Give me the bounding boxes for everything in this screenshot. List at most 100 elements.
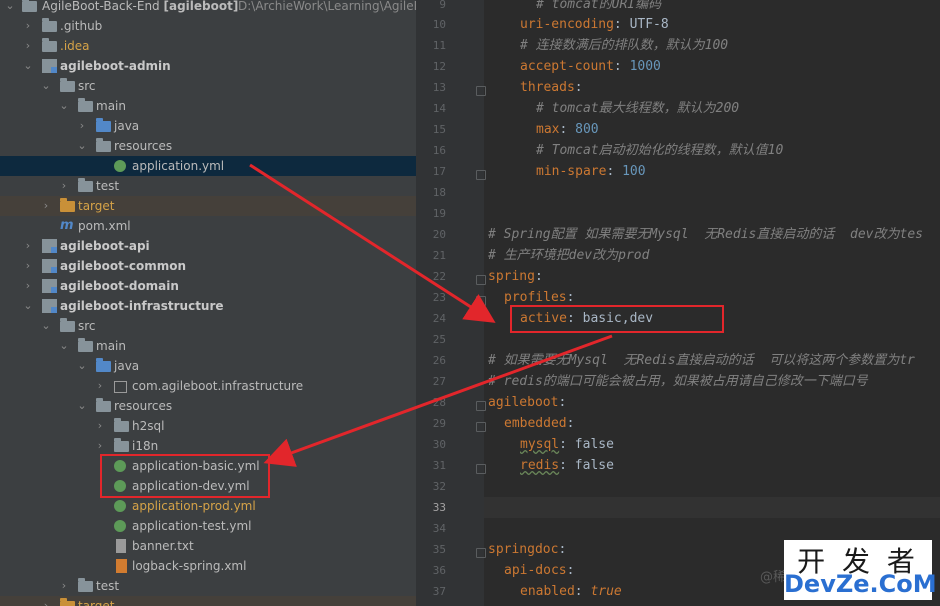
line-number: 36 [432,564,446,577]
folder-icon [78,98,93,112]
chevron-right-icon[interactable]: › [40,196,52,216]
code-line-9[interactable]: # tomcat的URI编码 [536,0,661,15]
tree-item-label: resources [114,399,173,413]
code-line-30[interactable]: mysql: false [520,434,614,455]
code-line-16[interactable]: # Tomcat启动初始化的线程数，默认值10 [536,140,783,161]
chevron-right-icon[interactable]: › [58,576,70,596]
code-line-20[interactable]: # Spring配置 如果需要无Mysql 无Redis直接启动的话 dev改为… [488,224,923,245]
tree-item[interactable]: › agileboot-common [0,256,416,276]
tree-item-label: logback-spring.xml [132,559,247,573]
line-number: 11 [432,39,446,52]
chevron-down-icon[interactable]: ⌄ [76,396,88,416]
tree-item[interactable]: ⌄ main [0,336,416,356]
tree-item-label: application.yml [132,159,225,173]
current-line-highlight [484,497,940,518]
code-line-10[interactable]: uri-encoding: UTF-8 [520,14,669,35]
code-line-27[interactable]: # redis的端口可能会被占用，如果被占用请自己修改一下端口号 [488,371,868,392]
code-line-26[interactable]: # 如果需要无Mysql 无Redis直接启动的话 可以将这两个参数置为tr [488,350,915,371]
chevron-down-icon[interactable]: ⌄ [40,76,52,96]
tree-item[interactable]: ⌄ resources [0,136,416,156]
tree-item[interactable]: ⌄ agileboot-infrastructure [0,296,416,316]
tree-item[interactable]: application-test.yml [0,516,416,536]
panel-divider[interactable] [416,0,426,606]
chevron-right-icon[interactable]: › [22,256,34,276]
chevron-right-icon[interactable]: › [94,416,106,436]
folder-icon [60,318,75,332]
code-editor[interactable]: # tomcat的URI编码 uri-encoding: UTF-8 # 连接数… [484,0,940,606]
chevron-right-icon[interactable]: › [22,36,34,56]
tree-item[interactable]: › .github [0,16,416,36]
chevron-right-icon[interactable]: › [94,436,106,456]
chevron-down-icon[interactable]: ⌄ [4,0,16,16]
chevron-down-icon[interactable]: ⌄ [40,316,52,336]
code-line-11[interactable]: # 连接数满后的排队数，默认为100 [520,35,728,56]
tree-item[interactable]: ⌄ java [0,356,416,376]
tree-item[interactable]: › test [0,176,416,196]
tree-item[interactable]: ⌄ src [0,316,416,336]
line-number: 20 [432,228,446,241]
chevron-right-icon[interactable]: › [22,16,34,36]
line-number: 35 [432,543,446,556]
tree-item[interactable]: › agileboot-domain [0,276,416,296]
tree-item[interactable]: m pom.xml [0,216,416,236]
code-line-36[interactable]: api-docs: [504,560,574,581]
chevron-right-icon[interactable]: › [22,276,34,296]
chevron-right-icon[interactable]: › [94,376,106,396]
tree-item-selected[interactable]: application.yml [0,156,416,176]
tree-item-label: main [96,99,126,113]
editor-gutter: 9 10 11 12 13 14 15 16 17 18 19 20 21 22… [426,0,486,606]
tree-item-label: src [78,79,96,93]
chevron-down-icon[interactable]: ⌄ [58,96,70,116]
tree-item[interactable]: ⌄ resources [0,396,416,416]
chevron-right-icon[interactable]: › [58,176,70,196]
chevron-down-icon[interactable]: ⌄ [76,136,88,156]
line-number: 23 [432,291,446,304]
tree-item[interactable]: › target [0,196,416,216]
line-number: 19 [432,207,446,220]
tree-item[interactable]: › .idea [0,36,416,56]
code-line-28[interactable]: agileboot: [488,392,566,413]
tree-item[interactable]: › h2sql [0,416,416,436]
tree-item[interactable]: › test [0,576,416,596]
tree-item-label: target [78,599,115,606]
code-line-13[interactable]: threads: [520,77,583,98]
tree-item[interactable]: › target [0,596,416,606]
line-number: 34 [432,522,446,535]
tree-item[interactable]: ⌄ agileboot-admin [0,56,416,76]
chevron-down-icon[interactable]: ⌄ [22,56,34,76]
chevron-down-icon[interactable]: ⌄ [76,356,88,376]
code-line-14[interactable]: # tomcat最大线程数，默认为200 [536,98,739,119]
code-line-17[interactable]: min-spare: 100 [536,161,646,182]
tree-item[interactable]: › i18n [0,436,416,456]
tree-item-label: java [114,359,140,373]
tree-item-root[interactable]: ⌄ AgileBoot-Back-End [agileboot] D:\Arch… [0,0,416,16]
line-number: 27 [432,375,446,388]
code-line-22[interactable]: spring: [488,266,543,287]
line-number: 24 [432,312,446,325]
tree-item[interactable]: application-prod.yml [0,496,416,516]
tree-item-label: h2sql [132,419,165,433]
tree-item-label: java [114,119,140,133]
chevron-right-icon[interactable]: › [40,596,52,606]
chevron-right-icon[interactable]: › [76,116,88,136]
tree-item[interactable]: ⌄ src [0,76,416,96]
chevron-down-icon[interactable]: ⌄ [22,296,34,316]
code-line-29[interactable]: embedded: [504,413,574,434]
tree-item[interactable]: › java [0,116,416,136]
code-line-31[interactable]: redis: false [520,455,614,476]
tree-item[interactable]: › com.agileboot.infrastructure [0,376,416,396]
tree-item[interactable]: ⌄ main [0,96,416,116]
code-line-12[interactable]: accept-count: 1000 [520,56,661,77]
watermark-author: @稀 [760,570,787,585]
code-line-15[interactable]: max: 800 [536,119,599,140]
module-folder-icon [42,239,57,253]
code-line-37[interactable]: enabled: true [520,581,622,602]
code-line-35[interactable]: springdoc: [488,539,566,560]
code-line-21[interactable]: # 生产环境把dev改为prod [488,245,649,266]
tree-item[interactable]: logback-spring.xml [0,556,416,576]
tree-item[interactable]: › agileboot-api [0,236,416,256]
text-file-icon [116,539,126,553]
tree-item[interactable]: banner.txt [0,536,416,556]
chevron-down-icon[interactable]: ⌄ [58,336,70,356]
chevron-right-icon[interactable]: › [22,236,34,256]
